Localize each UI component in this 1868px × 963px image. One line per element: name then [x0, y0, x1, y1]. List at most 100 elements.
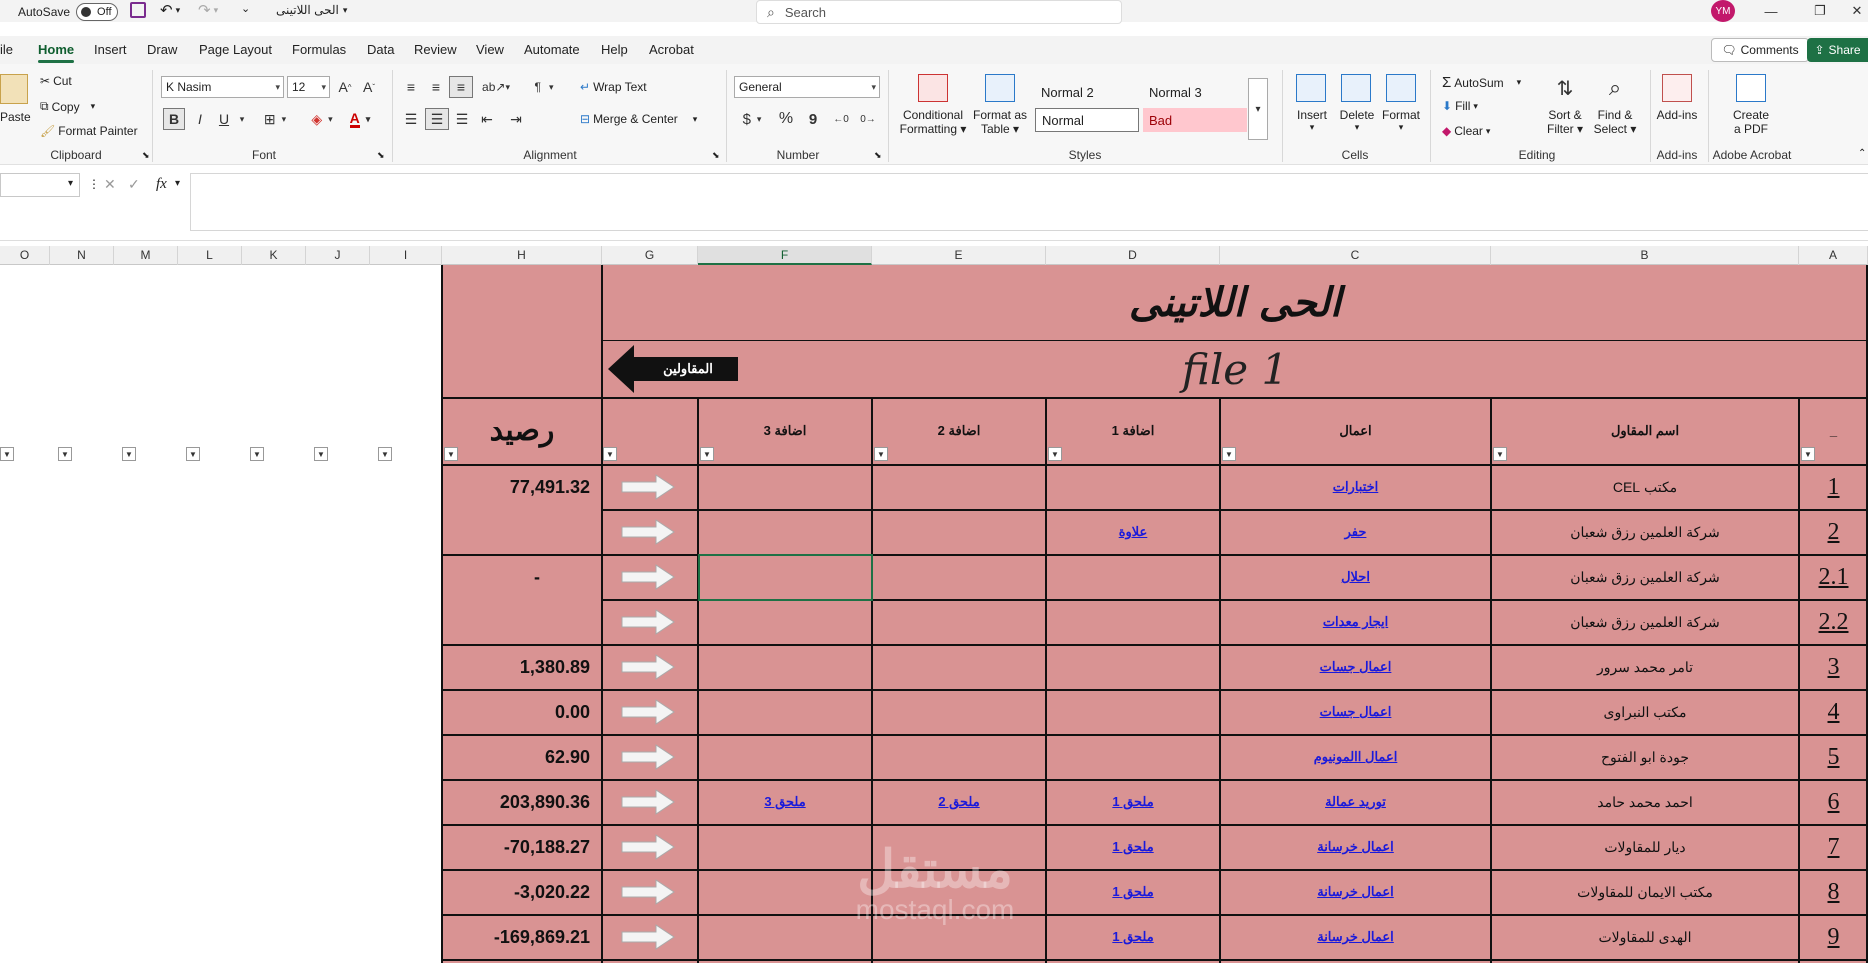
cut-button[interactable]: ✂ Cut [40, 74, 72, 88]
confirm-entry-icon[interactable]: ✓ [128, 176, 140, 193]
collapse-ribbon-icon[interactable]: ⌃ [1858, 148, 1866, 159]
worksheet[interactable]: الحى اللاتينى file 1 المقاولين رصيد اضاف… [0, 265, 1868, 963]
add1-link[interactable]: علاوة [1119, 524, 1148, 540]
filter-button-g[interactable]: ▼ [603, 447, 617, 461]
wrap-text-button[interactable]: ↵ Wrap Text [580, 80, 647, 94]
add1-link[interactable]: ملحق 1 [1112, 884, 1153, 900]
paste-button[interactable]: Paste [0, 110, 31, 124]
row-arrow-icon[interactable] [620, 834, 676, 860]
works-link[interactable]: احلال [1341, 569, 1370, 585]
row-arrow-icon[interactable] [620, 789, 676, 815]
column-header-d[interactable]: D [1046, 246, 1220, 265]
autosave-control[interactable]: AutoSave Off [18, 3, 119, 21]
styles-more-icon[interactable]: ▾ [1248, 78, 1268, 140]
increase-indent-icon[interactable]: ⇥ [505, 108, 527, 130]
selected-cell[interactable] [698, 554, 873, 601]
filter-button-k[interactable]: ▼ [250, 447, 264, 461]
tab-review[interactable]: Review [414, 42, 457, 57]
sort-filter-button[interactable]: Sort & Filter ▾ [1540, 108, 1590, 136]
column-header-a[interactable]: A [1799, 246, 1868, 265]
tab-help[interactable]: Help [601, 42, 628, 57]
addins-button[interactable]: Add-ins [1652, 108, 1702, 122]
column-header-b[interactable]: B [1491, 246, 1799, 265]
filter-button-n[interactable]: ▼ [58, 447, 72, 461]
column-header-i[interactable]: I [370, 246, 442, 265]
add1-link[interactable]: ملحق 1 [1112, 929, 1153, 945]
column-header-n[interactable]: N [50, 246, 114, 265]
filter-button-j[interactable]: ▼ [314, 447, 328, 461]
filter-button-b[interactable]: ▼ [1493, 447, 1507, 461]
create-pdf-button[interactable]: Create a PDF [1720, 108, 1782, 136]
align-top-icon[interactable]: ≡ [400, 76, 422, 98]
percent-button[interactable]: % [775, 108, 797, 130]
works-link[interactable]: اعمال خرسانة [1317, 929, 1394, 945]
column-header-h[interactable]: H [442, 246, 602, 265]
filter-button-e[interactable]: ▼ [874, 447, 888, 461]
close-icon[interactable]: ✕ [1846, 0, 1868, 22]
conditional-formatting-button[interactable]: Conditional Formatting ▾ [898, 108, 968, 136]
underline-dropdown-icon[interactable]: ▾ [236, 110, 248, 128]
column-header-l[interactable]: L [178, 246, 242, 265]
tab-page-layout[interactable]: Page Layout [199, 42, 272, 57]
font-launcher-icon[interactable]: ⬊ [377, 150, 385, 161]
column-header-m[interactable]: M [114, 246, 178, 265]
tab-file[interactable]: ile [0, 42, 13, 57]
works-link[interactable]: اعمال خرسانة [1317, 839, 1394, 855]
tab-view[interactable]: View [476, 42, 504, 57]
clipboard-launcher-icon[interactable]: ⬊ [142, 150, 150, 161]
row-arrow-icon[interactable] [620, 924, 676, 950]
filter-button-d[interactable]: ▼ [1048, 447, 1062, 461]
formula-input[interactable] [190, 173, 1868, 231]
column-header-g[interactable]: G [602, 246, 698, 265]
delete-cells-button[interactable]: Delete ▾ [1334, 108, 1380, 133]
filter-button-o[interactable]: ▼ [0, 447, 14, 461]
style-normal[interactable]: Normal [1035, 108, 1139, 132]
format-painter-button[interactable]: 🖌 Format Painter [40, 124, 138, 138]
orientation-icon[interactable]: ab↗ ▾ [481, 76, 511, 98]
increase-decimal-icon[interactable]: ←0 [830, 108, 852, 130]
fx-dropdown-icon[interactable]: ▾ [175, 178, 180, 189]
align-middle-icon[interactable]: ≡ [425, 76, 447, 98]
autosum-button[interactable]: Σ AutoSum ▾ [1442, 74, 1521, 91]
number-format-select[interactable]: General ▾ [734, 76, 880, 98]
paste-icon[interactable] [0, 74, 28, 104]
works-link[interactable]: اعمال خرسانة [1317, 884, 1394, 900]
insert-cells-button[interactable]: Insert ▾ [1290, 108, 1334, 133]
works-link[interactable]: توريد عمالة [1325, 794, 1386, 810]
works-link[interactable]: ايجار معدات [1323, 614, 1388, 630]
align-bottom-icon[interactable]: ≡ [449, 76, 473, 98]
format-as-table-button[interactable]: Format as Table ▾ [972, 108, 1028, 136]
decrease-decimal-icon[interactable]: 0→ [856, 108, 880, 130]
filter-button-f[interactable]: ▼ [700, 447, 714, 461]
works-link[interactable]: اختبارات [1333, 479, 1379, 495]
align-right-icon[interactable]: ☰ [451, 108, 473, 130]
clear-button[interactable]: ◆ Clear ▾ [1442, 124, 1490, 138]
increase-font-icon[interactable]: A ^ [335, 76, 355, 98]
row-arrow-icon[interactable] [620, 654, 676, 680]
borders-icon[interactable]: ⊞ ▾ [258, 108, 292, 130]
autosave-toggle[interactable]: Off [76, 3, 119, 21]
decrease-indent-icon[interactable]: ⇤ [476, 108, 498, 130]
column-header-o[interactable]: O [0, 246, 50, 265]
row-arrow-icon[interactable] [620, 609, 676, 635]
tab-draw[interactable]: Draw [147, 42, 177, 57]
filter-button-c[interactable]: ▼ [1222, 447, 1236, 461]
tab-data[interactable]: Data [367, 42, 394, 57]
tab-formulas[interactable]: Formulas [292, 42, 346, 57]
italic-button[interactable]: I [190, 108, 210, 130]
cancel-entry-icon[interactable]: ✕ [104, 176, 116, 193]
filter-button-a[interactable]: ▼ [1801, 447, 1815, 461]
find-select-button[interactable]: Find & Select ▾ [1590, 108, 1640, 136]
alignment-launcher-icon[interactable]: ⬊ [712, 150, 720, 161]
tab-insert[interactable]: Insert [94, 42, 127, 57]
format-cells-button[interactable]: Format ▾ [1378, 108, 1424, 133]
row-arrow-icon[interactable] [620, 699, 676, 725]
row-arrow-icon[interactable] [620, 474, 676, 500]
row-arrow-icon[interactable] [620, 519, 676, 545]
works-link[interactable]: اعمال جسات [1320, 704, 1392, 720]
fill-color-icon[interactable]: ◈ ▾ [304, 108, 340, 130]
filter-button-i[interactable]: ▼ [378, 447, 392, 461]
undo-icon[interactable]: ↶ ▾ [160, 1, 180, 19]
restore-icon[interactable]: ❐ [1800, 0, 1840, 22]
minimize-icon[interactable]: — [1751, 0, 1791, 22]
